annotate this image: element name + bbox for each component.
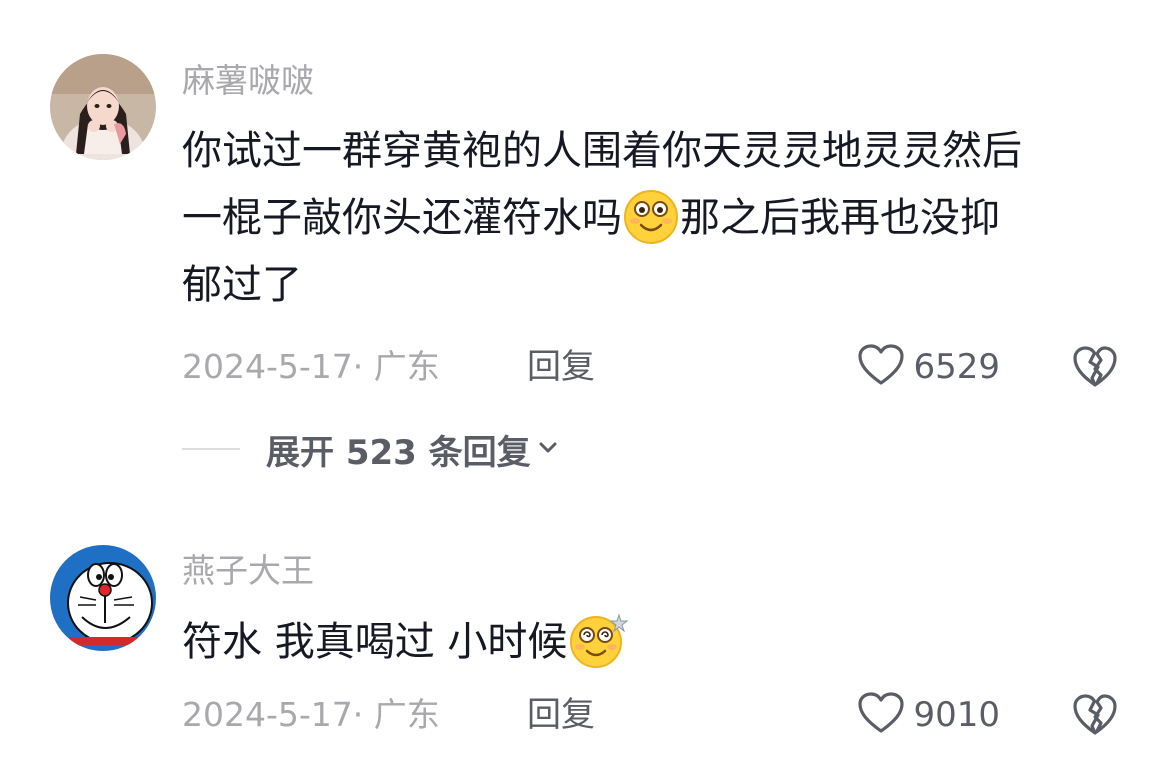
comment-location: · 广东: [352, 347, 440, 386]
reply-button[interactable]: 回复: [527, 693, 595, 737]
reply-button[interactable]: 回复: [527, 345, 595, 389]
comment-line: 你试过一群穿黄袍的人围着你天灵灵地灵灵然后: [182, 128, 1022, 174]
comment-line: 一棍子敲你头还灌符水吗 那之后我再也没抑: [182, 185, 1142, 252]
comment-date: 2024-5-17: [182, 695, 353, 734]
comment-location: · 广东: [352, 695, 440, 734]
expand-replies-button[interactable]: 展开 523 条回复: [182, 427, 559, 473]
broken-heart-icon[interactable]: [1072, 693, 1118, 737]
like-button[interactable]: 9010: [857, 691, 1000, 739]
dizzy-smile-emoji-icon: [567, 611, 629, 669]
comment-date: 2024-5-17: [182, 347, 353, 386]
user-avatar[interactable]: [50, 545, 156, 651]
username[interactable]: 燕子大王: [182, 554, 314, 587]
like-button[interactable]: 6529: [857, 343, 1000, 391]
username[interactable]: 麻薯啵啵: [182, 64, 314, 97]
comment-meta: 2024-5-17· 广东: [182, 345, 440, 389]
comment-text: 你试过一群穿黄袍的人围着你天灵灵地灵灵然后 一棍子敲你头还灌符水吗 那之后我再也…: [182, 118, 1142, 319]
comment-list: 麻薯啵啵 你试过一群穿黄袍的人围着你天灵灵地灵灵然后 一棍子敲你头还灌符水吗 那…: [0, 0, 1169, 762]
comment-line: 符水 我真喝过 小时候: [182, 609, 1142, 676]
divider: [182, 448, 240, 450]
comment-line: 郁过了: [182, 262, 302, 308]
comment-meta: 2024-5-17· 广东: [182, 693, 440, 737]
like-count: 9010: [913, 695, 1000, 735]
smile-emoji-icon: [622, 187, 680, 245]
expand-replies-label: 展开 523 条回复: [266, 432, 531, 473]
user-avatar[interactable]: [50, 54, 156, 160]
chevron-down-icon: [537, 436, 559, 462]
comment-text: 符水 我真喝过 小时候: [182, 609, 1142, 676]
heart-outline-icon: [857, 691, 905, 739]
broken-heart-icon[interactable]: [1072, 345, 1118, 389]
heart-outline-icon: [857, 343, 905, 391]
like-count: 6529: [913, 347, 1000, 387]
